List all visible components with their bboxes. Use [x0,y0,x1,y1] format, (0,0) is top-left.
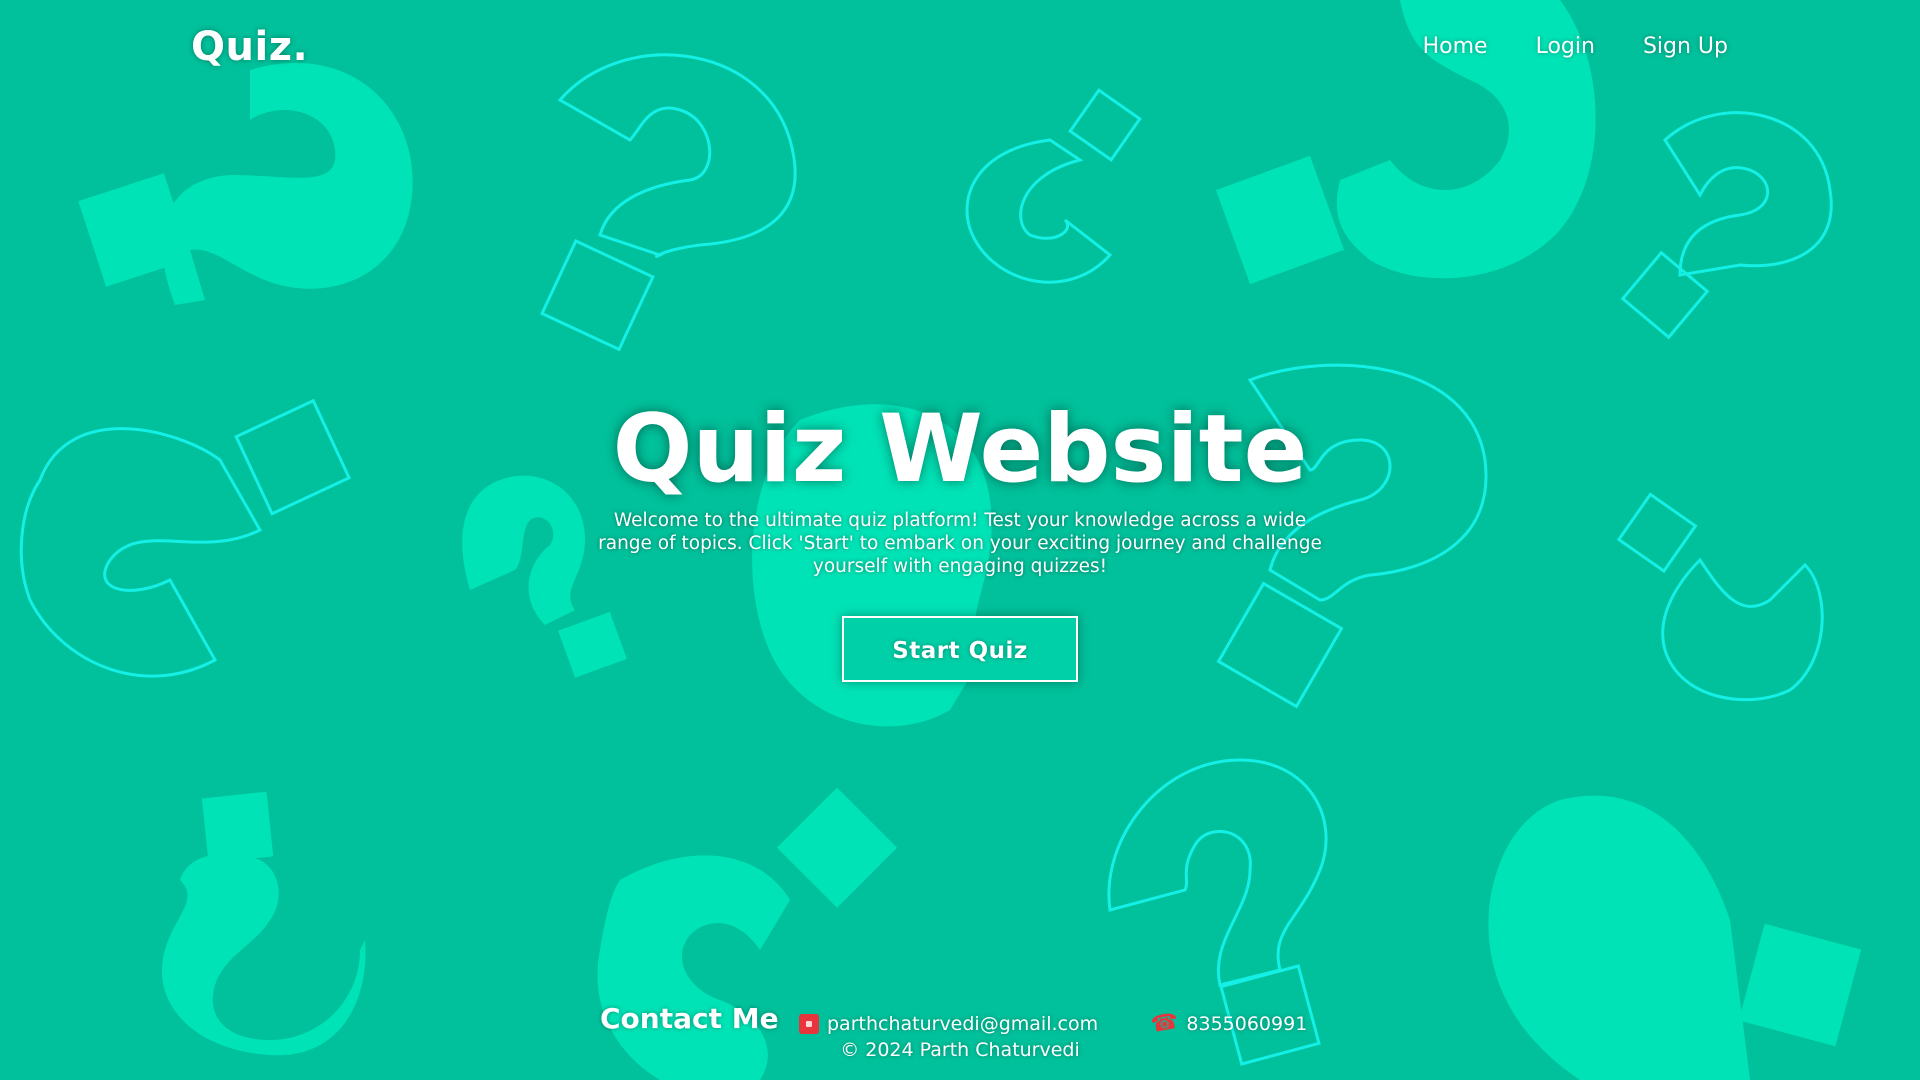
phone-icon: ☎ [1148,1008,1181,1039]
hero-section: Quiz Website Welcome to the ultimate qui… [0,395,1920,682]
contact-phone[interactable]: ☎ 8355060991 [1148,1008,1308,1039]
contact-title: Contact Me [600,1002,779,1035]
nav-link-login[interactable]: Login [1536,34,1595,59]
question-mark-icon [1620,111,1833,340]
start-quiz-button[interactable]: Start Quiz [842,616,1078,682]
nav-links: Home Login Sign Up [1423,34,1728,59]
hero-title: Quiz Website [612,395,1308,504]
hero-description: Welcome to the ultimate quiz platform! T… [598,510,1322,577]
footer: Contact Me parthchaturvedi@gmail.com ☎ 8… [0,1000,1920,1080]
phone-text: 8355060991 [1186,1013,1308,1035]
navbar: Quiz. Home Login Sign Up [0,0,1920,100]
site-logo[interactable]: Quiz. [191,24,308,70]
email-text: parthchaturvedi@gmail.com [827,1013,1099,1035]
contact-email[interactable]: parthchaturvedi@gmail.com [799,1013,1098,1035]
nav-link-signup[interactable]: Sign Up [1643,34,1728,59]
mail-icon [799,1014,819,1034]
copyright-text: © 2024 Parth Chaturvedi [840,1039,1080,1061]
nav-link-home[interactable]: Home [1423,34,1488,59]
question-mark-icon [965,88,1142,284]
